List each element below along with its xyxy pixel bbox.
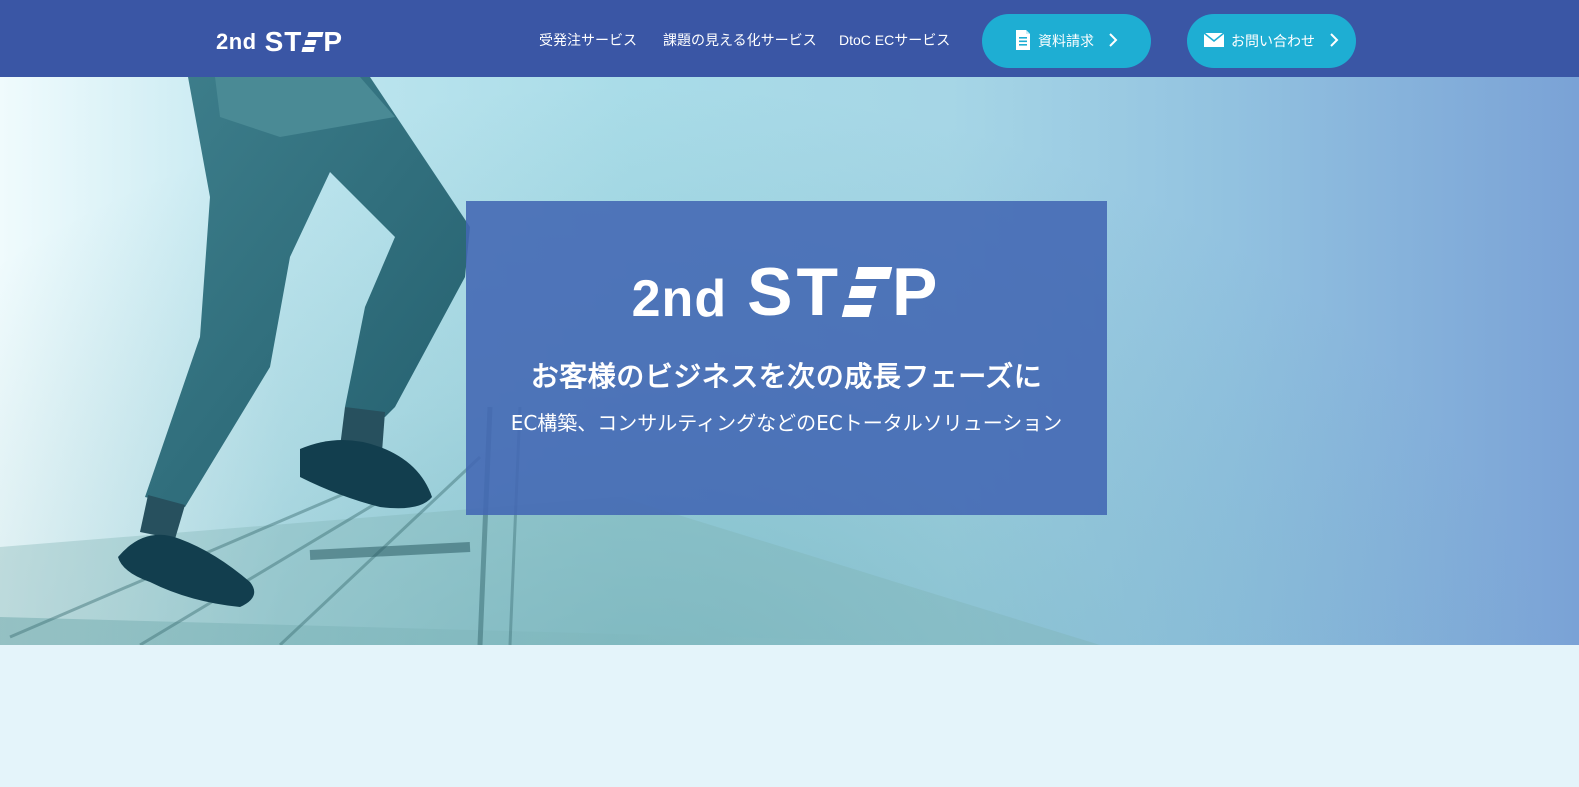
contact-label: お問い合わせ [1231, 33, 1315, 49]
logo-prefix: 2nd [216, 29, 257, 54]
request-documents-label: 資料請求 [1038, 33, 1094, 49]
request-documents-button[interactable]: 資料請求 [982, 14, 1151, 68]
hero-logo-word: ST P [747, 254, 942, 330]
hero-logo: 2nd ST P [631, 254, 942, 330]
hero-subtitle: EC構築、コンサルティングなどのECトータルソリューション [510, 411, 1063, 435]
header-logo[interactable]: 2nd ST P [216, 26, 350, 58]
hero-section: 2nd ST P お客様のビジネスを次の成長フェーズに EC構築、コンサルティン… [0, 77, 1579, 645]
logo-word: ST P [265, 26, 343, 58]
hero-logo-prefix: 2nd [631, 270, 728, 328]
nav-ordering-service[interactable]: 受発注サービス [539, 31, 637, 49]
content-area [0, 645, 1579, 787]
hero-card: 2nd ST P お客様のビジネスを次の成長フェーズに EC構築、コンサルティン… [466, 201, 1107, 515]
logo-word-end: P [323, 26, 344, 57]
hero-logo-step-mark [841, 267, 893, 317]
contact-button[interactable]: お問い合わせ [1187, 14, 1356, 68]
hero-logo-word-start: ST [747, 254, 842, 330]
mail-icon [1203, 31, 1225, 50]
hero-logo-word-end: P [892, 254, 942, 330]
nav-visualization-service[interactable]: 課題の見える化サービス [663, 31, 817, 49]
logo-step-mark [301, 32, 324, 52]
logo-word-start: ST [264, 26, 303, 57]
chevron-right-icon [1329, 32, 1339, 51]
chevron-right-icon [1108, 32, 1118, 51]
document-icon [1015, 29, 1031, 54]
site-header: 2nd ST P 受発注サービス 課題の見える化サービス DtoC ECサービス… [0, 0, 1579, 77]
nav-dtoc-ec-service[interactable]: DtoC ECサービス [839, 31, 950, 49]
hero-tagline: お客様のビジネスを次の成長フェーズに [530, 360, 1043, 393]
